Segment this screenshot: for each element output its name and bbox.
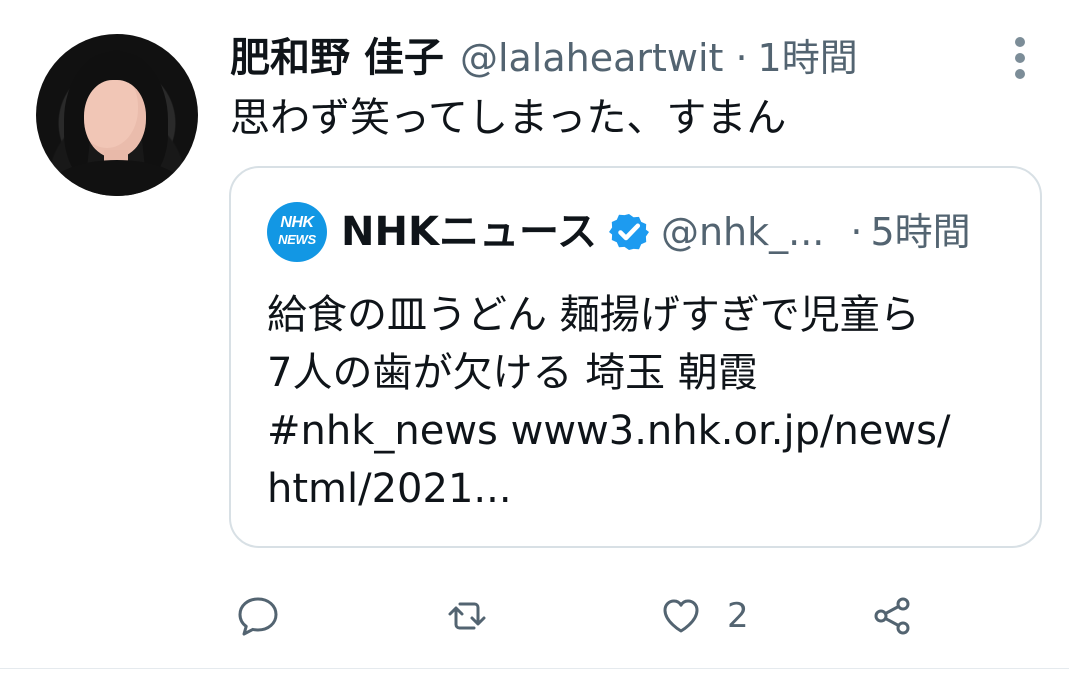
verified-badge-icon [608,212,649,252]
reply-button[interactable] [234,584,304,648]
quoted-text-link[interactable]: html/2021... [267,460,1007,518]
quoted-tweet-card[interactable]: NHK NEWS NHKニュース @nhk_... · 5時間 給食の皿うどん … [229,166,1042,548]
like-count: 2 [727,596,749,636]
quoted-text-line: 給食の皿うどん 麺揚げすぎで児童ら [267,292,920,338]
more-dot-top [1015,37,1025,47]
heart-icon [657,592,705,640]
share-button[interactable] [868,584,938,648]
tweet-time[interactable]: 1時間 [758,39,858,77]
nhk-news-logo[interactable]: NHK NEWS [267,202,327,262]
like-button[interactable]: 2 [657,584,749,648]
display-name[interactable]: 肥和野 佳子 [230,38,444,78]
tweet-text: 思わず笑ってしまった、すまん [230,95,787,141]
quoted-tweet-text: 給食の皿うどん 麺揚げすぎで児童ら 7人の歯が欠ける 埼玉 朝霞 #nhk_ne… [267,286,1007,518]
quoted-text-link[interactable]: #nhk_news www3.nhk.or.jp/news/ [267,402,1007,460]
quoted-tweet-header: NHK NEWS NHKニュース @nhk_... · 5時間 [267,202,1007,262]
quoted-user-handle[interactable]: @nhk_... [661,213,824,251]
more-dot-middle [1015,53,1025,63]
more-dot-bottom [1015,69,1025,79]
user-handle[interactable]: @lalaheartwit [460,39,724,77]
tweet-header: 肥和野 佳子 @lalaheartwit · 1時間 [230,28,1010,88]
avatar-face [84,80,146,158]
retweet-icon [443,592,491,640]
share-icon [868,592,916,640]
nhk-logo-bottom-text: NEWS [278,232,316,247]
quoted-timestamp-separator: · [850,210,863,254]
retweet-button[interactable] [443,584,513,648]
nhk-logo-top-text: NHK [280,214,314,231]
tweet-card[interactable]: 肥和野 佳子 @lalaheartwit · 1時間 思わず笑ってしまった、すま… [0,0,1069,680]
quoted-display-name[interactable]: NHKニュース [341,212,597,252]
tweet-divider [0,668,1069,669]
timestamp-separator: · [735,36,748,80]
reply-icon [234,592,282,640]
quoted-tweet-time[interactable]: 5時間 [870,213,970,251]
quoted-text-line: 7人の歯が欠ける 埼玉 朝霞 [267,350,758,396]
tweet-actions: 2 [0,584,1069,648]
more-vertical-icon[interactable] [1006,36,1034,80]
avatar[interactable] [36,34,198,196]
